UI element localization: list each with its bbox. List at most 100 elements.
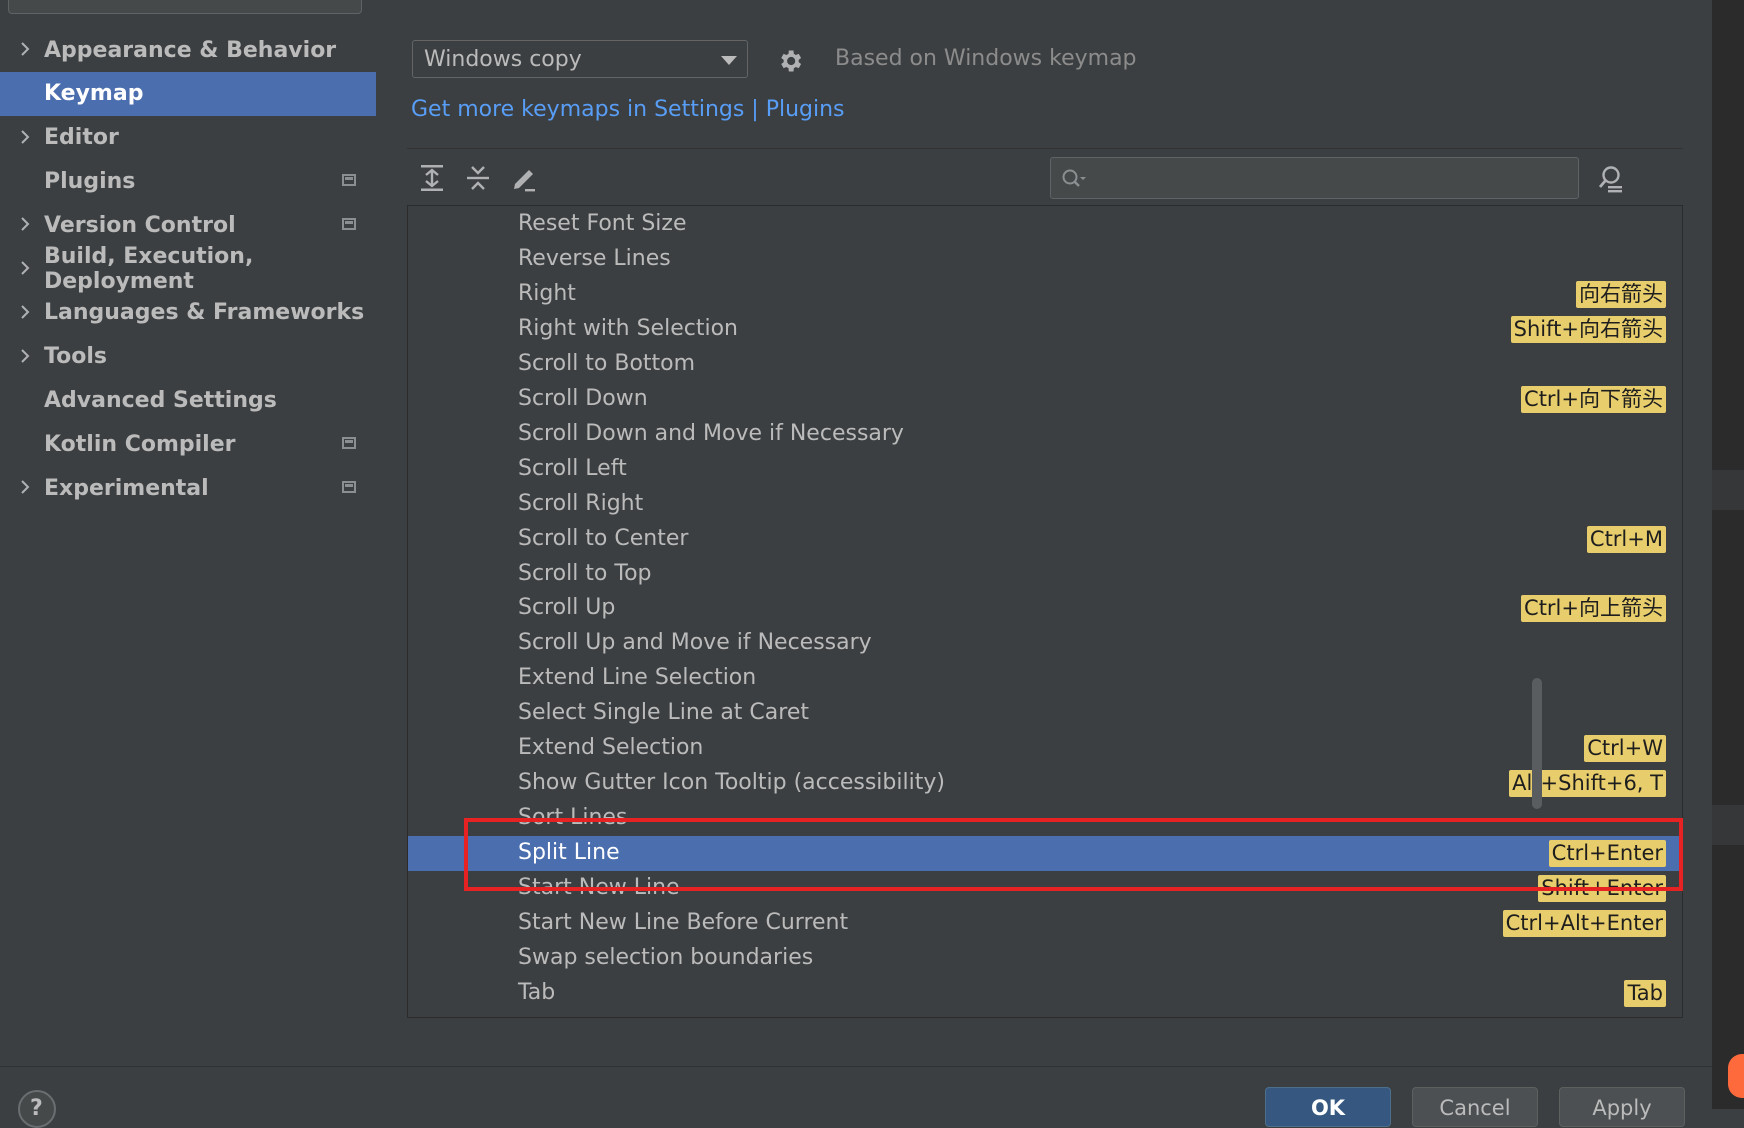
- cancel-button[interactable]: Cancel: [1412, 1087, 1538, 1127]
- action-label: Scroll to Bottom: [518, 350, 696, 376]
- search-icon: [1062, 169, 1086, 187]
- sidebar-item-plugins[interactable]: Plugins: [0, 159, 376, 203]
- chevron-right-icon[interactable]: [18, 477, 32, 497]
- sidebar-item-keymap[interactable]: Keymap: [0, 71, 376, 116]
- shortcut-badge: Ctrl+向下箭头: [1521, 385, 1666, 413]
- sidebar-item-kotlin-compiler[interactable]: Kotlin Compiler: [0, 422, 376, 466]
- sidebar-item-label: Plugins: [44, 168, 136, 194]
- collapse-all-icon[interactable]: [463, 162, 493, 194]
- based-on-label: Based on Windows keymap: [835, 46, 1137, 71]
- keymap-action-tree: Reset Font Size Reverse Lines Right 向右箭头 Rig…: [407, 205, 1683, 1018]
- shortcut-badge: Shift+向右箭头: [1510, 315, 1666, 343]
- sidebar-item-label: Languages & Frameworks: [44, 300, 365, 326]
- shortcut-badge: 向右箭头: [1576, 280, 1666, 308]
- action-label: Reset Font Size: [518, 211, 687, 236]
- ok-button[interactable]: OK: [1265, 1087, 1391, 1127]
- background-window-edge: [1712, 0, 1744, 1109]
- action-label: Select Single Line at Caret: [518, 700, 809, 726]
- shortcut-badge: Ctrl+Alt+Enter: [1502, 910, 1666, 937]
- action-row[interactable]: Scroll Up Ctrl+向上箭头: [408, 591, 1682, 626]
- annotation-highlight: [464, 818, 1683, 891]
- sidebar-item-tools[interactable]: Tools: [0, 335, 376, 379]
- action-label: Scroll Left: [518, 455, 627, 481]
- divider: [407, 148, 1683, 149]
- sidebar-item-appearance-behavior[interactable]: Appearance & Behavior: [0, 28, 376, 72]
- chevron-right-icon[interactable]: [18, 258, 32, 278]
- sidebar-item-version-control[interactable]: Version Control: [0, 203, 376, 247]
- chevron-right-icon[interactable]: [18, 214, 32, 234]
- action-row[interactable]: Reset Font Size: [408, 207, 1682, 242]
- action-row[interactable]: Extend Line Selection: [408, 661, 1682, 696]
- action-row[interactable]: Swap selection boundaries: [408, 941, 1682, 976]
- action-row[interactable]: Scroll Up and Move if Necessary: [408, 626, 1682, 661]
- action-label: Right with Selection: [518, 315, 738, 341]
- action-row[interactable]: Show Gutter Icon Tooltip (accessibility)…: [408, 766, 1682, 801]
- action-row[interactable]: Reverse Lines: [408, 242, 1682, 277]
- action-label: Scroll to Top: [518, 560, 652, 586]
- sidebar-item-label: Keymap: [44, 81, 144, 107]
- action-row[interactable]: Scroll to Bottom: [408, 347, 1682, 382]
- sidebar-item-label: Version Control: [44, 212, 236, 238]
- action-label: Tab: [518, 979, 556, 1005]
- action-label: Scroll Down: [518, 385, 648, 411]
- action-label: Scroll Up and Move if Necessary: [518, 630, 872, 656]
- settings-sidebar: Appearance & Behavior Keymap Editor Plugins…: [0, 0, 376, 1066]
- action-row[interactable]: Scroll to Top: [408, 557, 1682, 592]
- shortcut-badge: Tab: [1624, 979, 1666, 1007]
- chevron-down-icon: [721, 56, 737, 65]
- sidebar-item-advanced-settings[interactable]: Advanced Settings: [0, 378, 376, 422]
- shortcut-badge: Ctrl+向上箭头: [1521, 595, 1666, 623]
- action-label: Scroll to Center: [518, 525, 689, 551]
- sidebar-item-label: Build, Execution, Deployment: [44, 244, 254, 294]
- action-search-input[interactable]: [1050, 157, 1579, 199]
- sidebar-item-build-execution-deployment[interactable]: Build, Execution, Deployment: [0, 244, 376, 294]
- action-label: Scroll Up: [518, 595, 616, 621]
- keymap-scheme-value: Windows copy: [424, 47, 582, 72]
- expand-all-icon[interactable]: [417, 162, 447, 194]
- action-row[interactable]: Scroll to Center Ctrl+M: [408, 522, 1682, 557]
- gear-icon[interactable]: [776, 47, 804, 75]
- action-label: Scroll Down and Move if Necessary: [518, 420, 904, 446]
- help-button[interactable]: ?: [18, 1090, 56, 1128]
- sidebar-item-label: Experimental: [44, 475, 209, 501]
- keymap-scheme-dropdown[interactable]: Windows copy: [412, 40, 748, 78]
- sidebar-item-experimental[interactable]: Experimental: [0, 466, 376, 510]
- sidebar-item-label: Tools: [44, 344, 107, 370]
- action-row[interactable]: Right with Selection Shift+向右箭头: [408, 312, 1682, 347]
- sidebar-search-input[interactable]: [8, 0, 362, 14]
- find-by-shortcut-icon[interactable]: [1596, 164, 1626, 194]
- action-row[interactable]: Scroll Left: [408, 452, 1682, 487]
- chevron-right-icon[interactable]: [18, 127, 32, 147]
- action-row[interactable]: Select Single Line at Caret: [408, 696, 1682, 731]
- chevron-right-icon[interactable]: [18, 302, 32, 322]
- chevron-right-icon[interactable]: [18, 39, 32, 59]
- action-label: Right: [518, 280, 576, 306]
- action-label: Reverse Lines: [518, 245, 671, 271]
- edit-icon[interactable]: [509, 162, 539, 194]
- tree-scrollbar[interactable]: [1532, 678, 1542, 809]
- notification-badge: [1728, 1054, 1744, 1098]
- sidebar-item-editor[interactable]: Editor: [0, 116, 376, 160]
- action-row[interactable]: Scroll Right: [408, 487, 1682, 522]
- sidebar-item-label: Advanced Settings: [44, 387, 277, 413]
- action-label: Show Gutter Icon Tooltip (accessibility): [518, 770, 945, 796]
- chevron-right-icon[interactable]: [18, 346, 32, 366]
- sidebar-item-languages-frameworks[interactable]: Languages & Frameworks: [0, 291, 376, 335]
- project-level-icon: [342, 481, 356, 493]
- action-row[interactable]: Start New Line Before Current Ctrl+Alt+En…: [408, 906, 1682, 941]
- action-row[interactable]: Scroll Down and Move if Necessary: [408, 417, 1682, 452]
- project-level-icon: [342, 218, 356, 231]
- project-level-icon: [342, 174, 356, 187]
- shortcut-badge: Ctrl+W: [1584, 735, 1666, 763]
- action-row[interactable]: Extend Selection Ctrl+W: [408, 731, 1682, 766]
- action-row[interactable]: Scroll Down Ctrl+向下箭头: [408, 382, 1682, 417]
- sidebar-item-label: Kotlin Compiler: [44, 431, 236, 457]
- sidebar-item-label: Appearance & Behavior: [44, 37, 337, 63]
- sidebar-item-label: Editor: [44, 125, 119, 151]
- shortcut-badge: Ctrl+M: [1586, 525, 1666, 553]
- action-label: Extend Line Selection: [518, 665, 757, 691]
- apply-button[interactable]: Apply: [1559, 1087, 1685, 1127]
- action-row[interactable]: Tab Tab: [408, 976, 1682, 1011]
- action-row[interactable]: Right 向右箭头: [408, 277, 1682, 312]
- get-more-keymaps-link[interactable]: Get more keymaps in Settings | Plugins: [411, 97, 845, 122]
